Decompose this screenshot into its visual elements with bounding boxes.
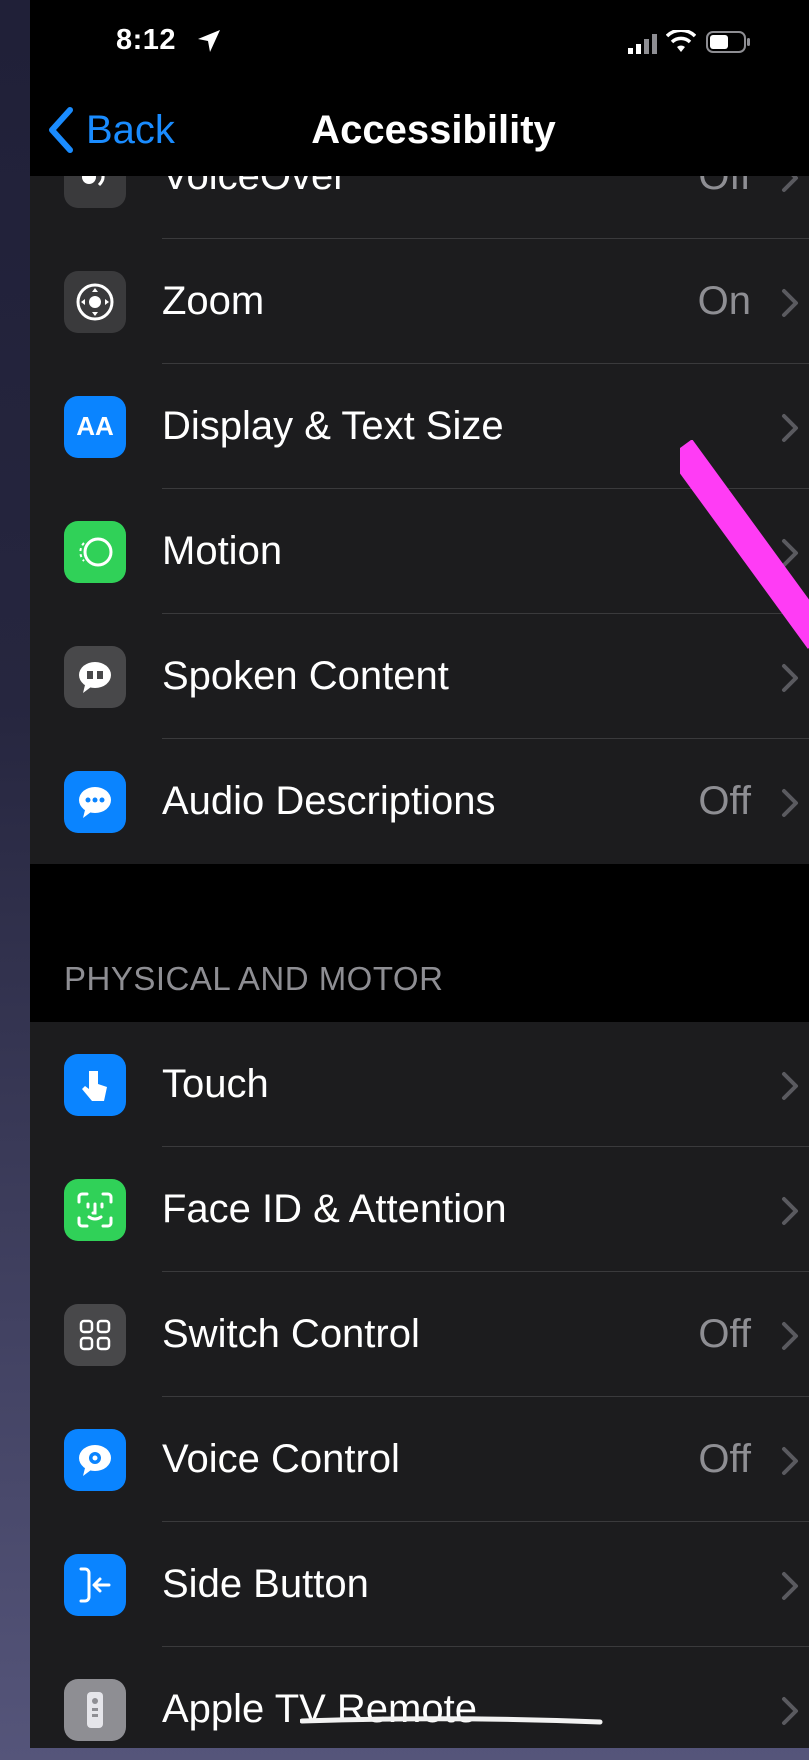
motion-label: Motion <box>162 529 283 573</box>
status-bar: 8:12 <box>30 0 809 86</box>
touch-icon <box>64 1053 126 1116</box>
switch-control-row[interactable]: Switch Control Off <box>30 1272 809 1397</box>
face-id-attention-row[interactable]: Face ID & Attention <box>30 1147 809 1272</box>
switch-control-value: Off <box>698 1312 751 1356</box>
motion-icon <box>64 520 126 583</box>
navigation-bar: Back Accessibility <box>30 86 809 176</box>
zoom-value: On <box>697 279 751 323</box>
audio-descriptions-icon <box>64 770 126 833</box>
section-header-physical-and-motor: PHYSICAL AND MOTOR <box>30 864 809 1022</box>
page-title: Accessibility <box>311 108 556 152</box>
zoom-row[interactable]: Zoom On <box>30 239 809 364</box>
apple-tv-remote-icon <box>64 1678 126 1741</box>
zoom-icon <box>64 270 126 333</box>
chevron-right-icon <box>782 413 798 442</box>
phone-screen: 8:12 Back Accessibility VoiceOver Off Zo… <box>30 0 809 1748</box>
voice-control-label: Voice Control <box>162 1437 400 1481</box>
chevron-right-icon <box>782 288 798 317</box>
side-button-label: Side Button <box>162 1562 369 1606</box>
strike-through-mark <box>300 1716 603 1725</box>
physical-motor-settings-group: Touch Face ID & Attention Switch Control… <box>30 1022 809 1748</box>
cellular-signal-icon <box>628 34 657 54</box>
face-id-attention-label: Face ID & Attention <box>162 1187 507 1231</box>
battery-icon <box>706 31 750 53</box>
status-time: 8:12 <box>116 24 177 56</box>
side-button-icon <box>64 1553 126 1616</box>
annotation-arrow <box>680 440 809 649</box>
chevron-right-icon <box>782 1196 798 1225</box>
chevron-right-icon <box>782 1446 798 1475</box>
location-arrow-icon <box>198 30 220 52</box>
zoom-label: Zoom <box>162 279 265 323</box>
chevron-right-icon <box>782 788 798 817</box>
switch-control-icon <box>64 1303 126 1366</box>
chevron-right-icon <box>782 663 798 692</box>
chevron-right-icon <box>782 1321 798 1350</box>
audio-descriptions-value: Off <box>698 779 751 823</box>
switch-control-label: Switch Control <box>162 1312 420 1356</box>
voice-control-icon <box>64 1428 126 1491</box>
touch-label: Touch <box>162 1062 269 1106</box>
section-header-label: PHYSICAL AND MOTOR <box>64 960 444 997</box>
spoken-content-icon <box>64 645 126 708</box>
display-text-size-icon: AA <box>64 395 126 458</box>
chevron-right-icon <box>782 1696 798 1725</box>
touch-row[interactable]: Touch <box>30 1022 809 1147</box>
voice-control-value: Off <box>698 1437 751 1481</box>
spoken-content-label: Spoken Content <box>162 654 449 698</box>
side-button-row[interactable]: Side Button <box>30 1522 809 1647</box>
wifi-icon <box>666 30 696 52</box>
apple-tv-remote-row[interactable]: Apple TV Remote <box>30 1647 809 1748</box>
display-text-size-icon-glyph: AA <box>76 411 114 441</box>
chevron-right-icon <box>782 1071 798 1100</box>
face-id-icon <box>64 1178 126 1241</box>
display-text-size-label: Display & Text Size <box>162 404 504 448</box>
audio-descriptions-row[interactable]: Audio Descriptions Off <box>30 739 809 864</box>
chevron-right-icon <box>782 1571 798 1600</box>
audio-descriptions-label: Audio Descriptions <box>162 779 496 823</box>
voice-control-row[interactable]: Voice Control Off <box>30 1397 809 1522</box>
